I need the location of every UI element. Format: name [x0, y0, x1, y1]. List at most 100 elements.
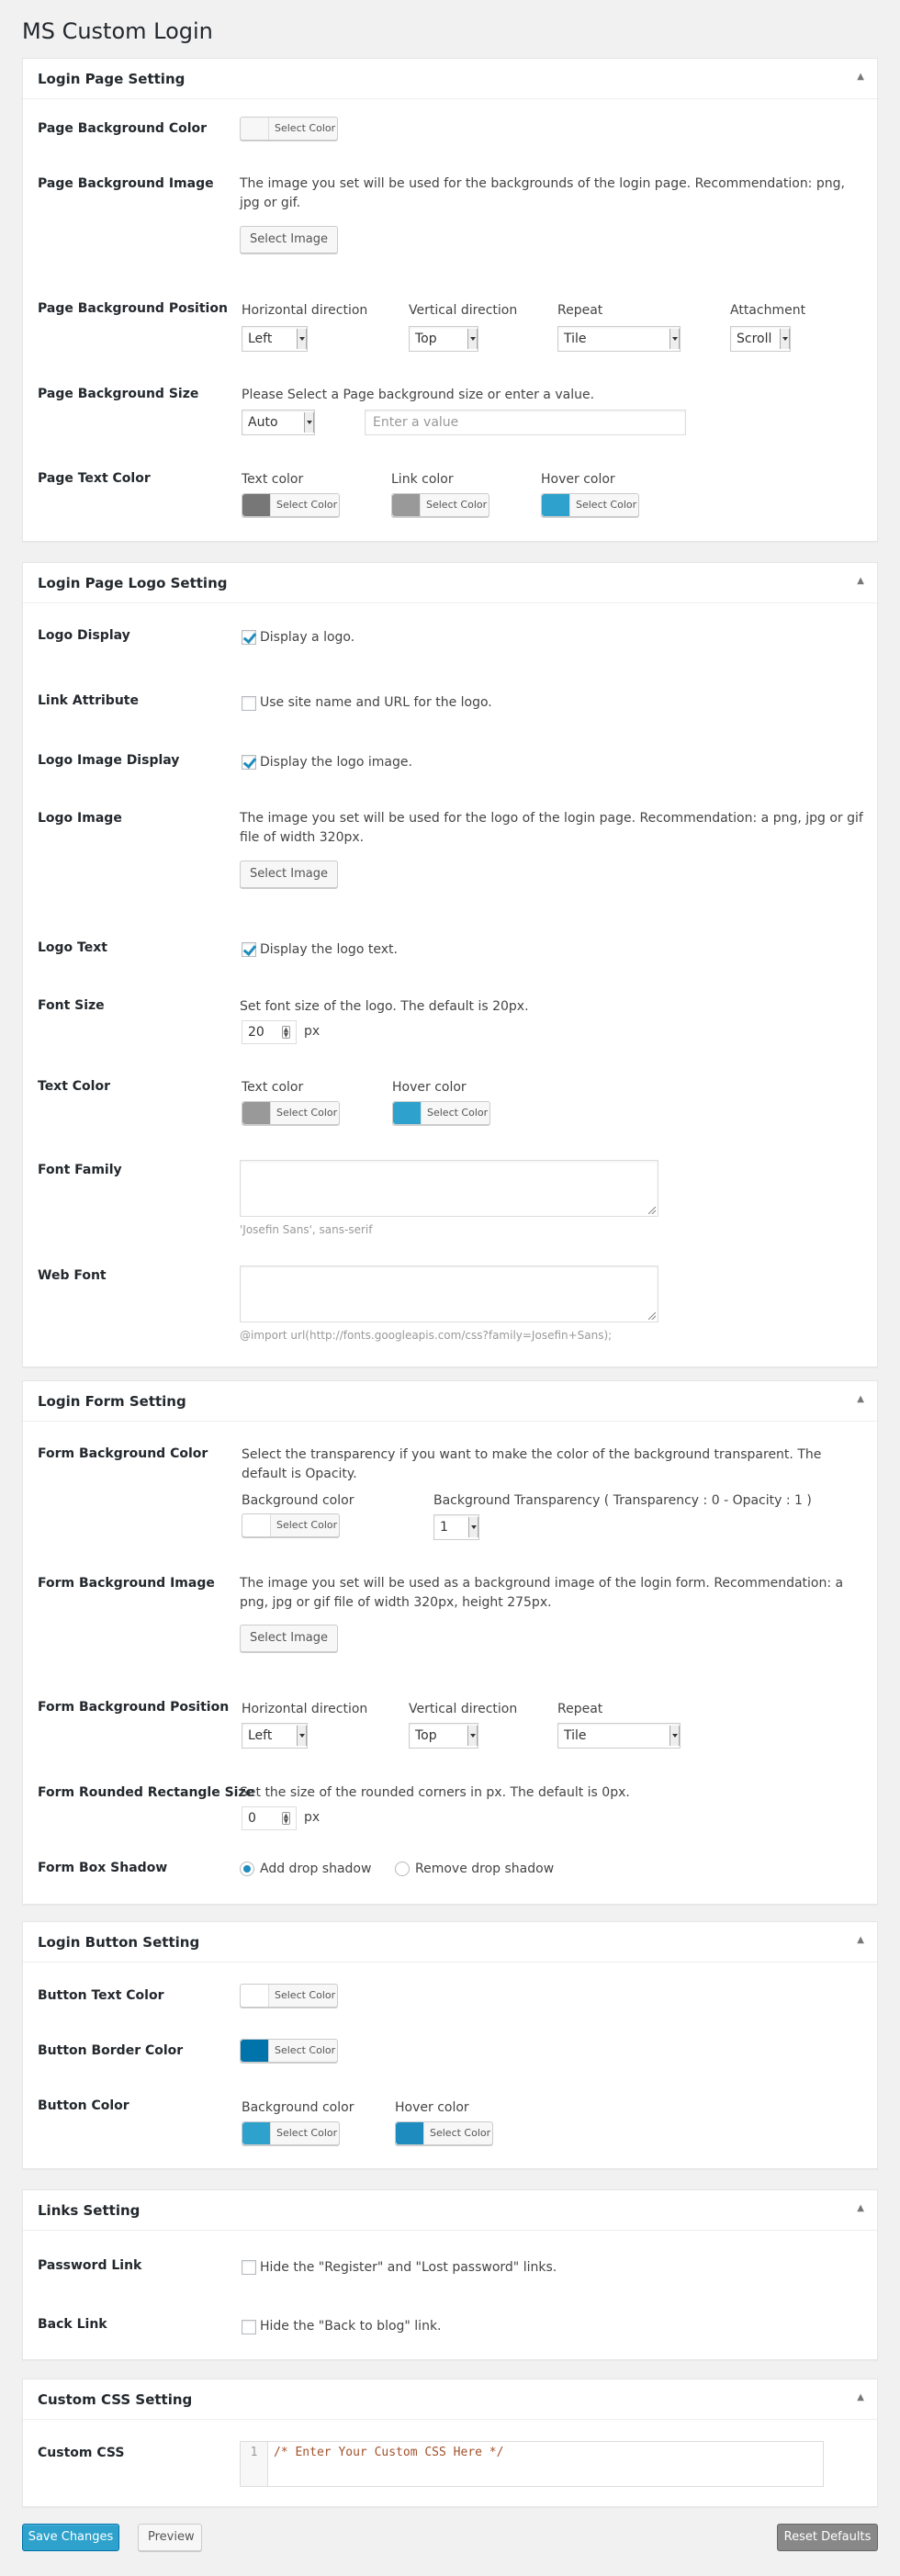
attachment-select[interactable]: Scroll [730, 326, 791, 352]
bg-size-select[interactable]: Auto [242, 410, 315, 435]
select-value: Left [248, 332, 273, 346]
font-size-desc: Set font size of the logo. The default i… [240, 999, 529, 1014]
select-color-label: Select Color [426, 499, 488, 511]
text-color-label: Text color [242, 1080, 304, 1095]
logo-text-checkbox[interactable] [242, 942, 256, 957]
color-picker-text[interactable]: Select Color [242, 493, 340, 517]
form-panel: Login Form Setting ▲ Form Background Col… [22, 1380, 878, 1905]
label-form-bg-image: Form Background Image [38, 1576, 215, 1591]
panel-header[interactable]: Login Button Setting ▲ [23, 1922, 877, 1963]
color-picker-page-bg[interactable]: Select Color [240, 117, 338, 141]
logo-image-display-checkbox[interactable] [242, 755, 256, 770]
form-horizontal-select[interactable]: Left [242, 1723, 308, 1749]
panel-title: Login Form Setting [38, 1393, 186, 1410]
select-image-button[interactable]: Select Image [240, 226, 338, 253]
bg-size-input[interactable]: Enter a value [365, 410, 686, 435]
bg-color-label: Background color [242, 2100, 354, 2115]
select-color-label: Select Color [276, 1107, 338, 1119]
select-color-label: Select Color [430, 2127, 491, 2139]
color-picker-button-bg[interactable]: Select Color [242, 2121, 340, 2145]
code-line: /* Enter Your Custom CSS Here */ [274, 2446, 504, 2459]
collapse-arrow-icon[interactable]: ▲ [857, 576, 864, 586]
dropdown-arrow-icon [468, 1517, 478, 1537]
font-family-textarea[interactable] [240, 1160, 658, 1217]
horizontal-label: Horizontal direction [242, 303, 368, 318]
logo-display-checkbox[interactable] [242, 630, 256, 645]
panel-header[interactable]: Login Page Logo Setting ▲ [23, 563, 877, 603]
form-repeat-select[interactable]: Tile [557, 1723, 681, 1749]
select-form-image-button[interactable]: Select Image [240, 1625, 338, 1652]
select-value: Left [248, 1728, 273, 1743]
preview-button[interactable]: Preview [138, 2524, 202, 2551]
form-rounded-desc: Set the size of the rounded corners in p… [240, 1785, 630, 1800]
save-changes-button[interactable]: Save Changes [22, 2524, 119, 2551]
collapse-arrow-icon[interactable]: ▲ [857, 1394, 864, 1404]
panel-header[interactable]: Custom CSS Setting ▲ [23, 2379, 877, 2420]
hover-color-label: Hover color [395, 2100, 469, 2115]
collapse-arrow-icon[interactable]: ▲ [857, 2203, 864, 2213]
spinner-icon[interactable]: ▲ ▼ [282, 1026, 290, 1039]
label-button-border-color: Button Border Color [38, 2043, 184, 2058]
password-link-checkbox[interactable] [242, 2260, 256, 2275]
color-picker-hover[interactable]: Select Color [541, 493, 639, 517]
remove-shadow-radio[interactable] [395, 1862, 410, 1876]
color-swatch [242, 1102, 271, 1124]
panel-header[interactable]: Login Page Setting ▲ [23, 59, 877, 99]
input-value: 20 [248, 1025, 264, 1040]
repeat-select[interactable]: Tile [557, 326, 681, 352]
color-picker-button-text[interactable]: Select Color [240, 1984, 338, 2008]
label-page-bg-position: Page Background Position [38, 301, 228, 316]
page-bg-size-desc: Please Select a Page background size or … [242, 388, 595, 402]
select-color-label: Select Color [427, 1107, 489, 1119]
label-button-text-color: Button Text Color [38, 1988, 164, 2003]
font-size-input[interactable]: 20 ▲ ▼ [242, 1020, 297, 1044]
form-vertical-select[interactable]: Top [409, 1723, 478, 1749]
font-family-hint: 'Josefin Sans', sans-serif [240, 1223, 373, 1236]
attachment-label: Attachment [730, 303, 806, 318]
select-color-label: Select Color [576, 499, 637, 511]
color-picker-button-hover[interactable]: Select Color [395, 2121, 493, 2145]
horizontal-select[interactable]: Left [242, 326, 308, 352]
rounded-size-input[interactable]: 0 ▲ ▼ [242, 1806, 297, 1830]
vertical-select[interactable]: Top [409, 326, 478, 352]
web-font-hint: @import url(http://fonts.googleapis.com/… [240, 1329, 613, 1342]
label-link-attribute: Link Attribute [38, 693, 139, 708]
color-picker-button-border[interactable]: Select Color [240, 2039, 338, 2063]
collapse-arrow-icon[interactable]: ▲ [857, 1935, 864, 1945]
color-picker-logo-hover[interactable]: Select Color [392, 1101, 490, 1125]
back-link-checkbox[interactable] [242, 2320, 256, 2334]
color-picker-form-bg[interactable]: Select Color [242, 1513, 340, 1537]
form-bg-color-desc: Select the transparency if you want to m… [242, 1447, 822, 1481]
collapse-arrow-icon[interactable]: ▲ [857, 72, 864, 82]
color-swatch [242, 2122, 271, 2144]
transparency-label: Background Transparency ( Transparency :… [433, 1493, 812, 1508]
link-attribute-checkbox[interactable] [242, 696, 256, 711]
password-link-text: Hide the "Register" and "Lost password" … [260, 2260, 557, 2275]
add-shadow-radio[interactable] [240, 1862, 254, 1876]
select-color-label: Select Color [275, 1989, 336, 2001]
select-logo-image-button[interactable]: Select Image [240, 861, 338, 888]
css-code-editor[interactable]: 1 /* Enter Your Custom CSS Here */ [240, 2441, 824, 2487]
spinner-icon[interactable]: ▲ ▼ [282, 1812, 290, 1825]
panel-header[interactable]: Login Form Setting ▲ [23, 1381, 877, 1422]
collapse-arrow-icon[interactable]: ▲ [857, 2392, 864, 2402]
select-color-label: Select Color [276, 499, 338, 511]
panel-title: Custom CSS Setting [38, 2391, 193, 2408]
label-logo-image-display: Logo Image Display [38, 753, 180, 768]
label-logo-image: Logo Image [38, 811, 122, 826]
reset-defaults-button[interactable]: Reset Defaults [777, 2524, 878, 2551]
select-color-label: Select Color [275, 122, 336, 134]
color-swatch [242, 494, 271, 516]
color-picker-logo-text[interactable]: Select Color [242, 1101, 340, 1125]
bg-color-label: Background color [242, 1493, 354, 1508]
label-page-bg-size: Page Background Size [38, 387, 199, 401]
panel-header[interactable]: Links Setting ▲ [23, 2190, 877, 2231]
label-custom-css: Custom CSS [38, 2446, 125, 2460]
color-picker-link[interactable]: Select Color [391, 493, 489, 517]
line-number: 1 [241, 2442, 268, 2486]
web-font-textarea[interactable] [240, 1266, 658, 1322]
select-value: Top [415, 332, 437, 346]
label-form-shadow: Form Box Shadow [38, 1861, 168, 1875]
px-unit: px [304, 1024, 321, 1039]
transparency-select[interactable]: 1 [433, 1514, 479, 1540]
